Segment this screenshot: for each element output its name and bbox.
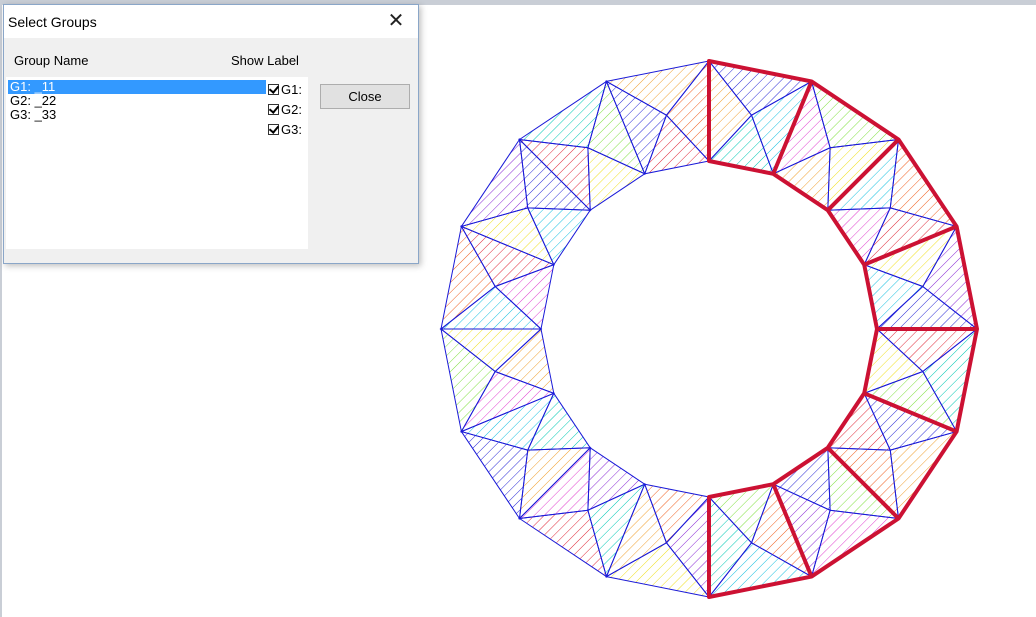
show-label-checkbox-g3[interactable] bbox=[268, 123, 279, 135]
show-label-checkbox-g1[interactable] bbox=[268, 83, 279, 95]
show-label-checkbox-g2[interactable] bbox=[268, 103, 279, 115]
show-label-row-g2[interactable]: G2: bbox=[268, 101, 302, 117]
group-item-g3[interactable]: G3: _33 bbox=[8, 108, 266, 122]
show-label-row-g1[interactable]: G1: bbox=[268, 81, 302, 97]
group-list[interactable]: G1: _11 G2: _22 G3: _33 G1: G2: G3: bbox=[6, 77, 308, 249]
group-item-g1[interactable]: G1: _11 bbox=[8, 80, 266, 94]
group-name-header: Group Name bbox=[14, 53, 89, 68]
window-frame-left bbox=[0, 0, 2, 617]
select-groups-dialog: Select Groups ✕ Group Name Show Label G1… bbox=[3, 4, 419, 264]
show-label-text-g1: G1: bbox=[281, 81, 302, 97]
group-item-g2[interactable]: G2: _22 bbox=[8, 94, 266, 108]
show-label-text-g2: G2: bbox=[281, 101, 302, 117]
dialog-titlebar[interactable]: Select Groups ✕ bbox=[4, 5, 418, 38]
ring-mesh bbox=[439, 59, 979, 599]
dialog-title: Select Groups bbox=[8, 14, 97, 30]
show-label-text-g3: G3: bbox=[281, 121, 302, 137]
show-label-header: Show Label bbox=[231, 53, 299, 68]
close-icon[interactable]: ✕ bbox=[384, 10, 408, 32]
show-label-row-g3[interactable]: G3: bbox=[268, 121, 302, 137]
close-button[interactable]: Close bbox=[320, 84, 410, 109]
